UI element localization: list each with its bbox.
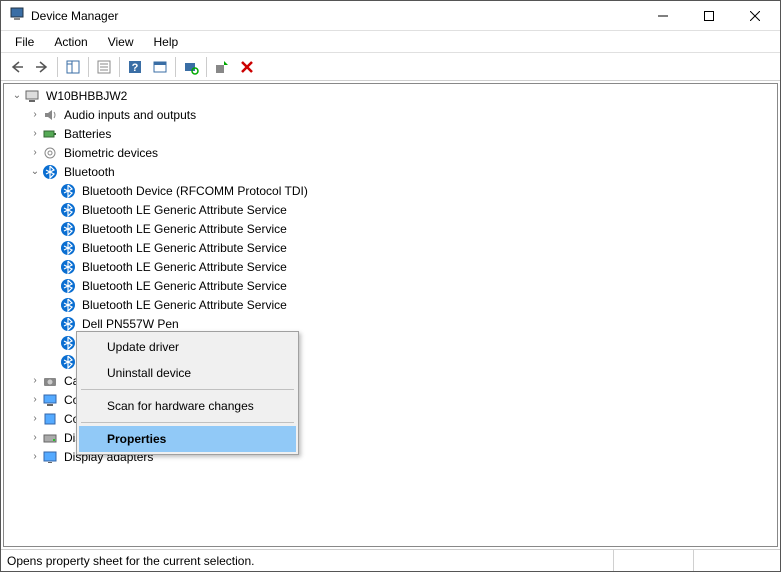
tree-node-label: Bluetooth LE Generic Attribute Service [80, 278, 289, 294]
window-controls [640, 1, 778, 31]
tree-node-label: Bluetooth LE Generic Attribute Service [80, 259, 289, 275]
tree-node-bt-device[interactable]: Bluetooth Device (RFCOMM Protocol TDI) [4, 181, 777, 200]
tree-node-label: Dell PN557W Pen [80, 316, 181, 332]
tree-node-label: Audio inputs and outputs [62, 107, 198, 123]
titlebar: Device Manager [1, 1, 780, 31]
computer-icon [42, 392, 58, 408]
toolbar: ? [1, 53, 780, 81]
device-manager-window: Device Manager File Action View Help ? ⌄ [0, 0, 781, 572]
bluetooth-icon [60, 278, 76, 294]
device-icon [42, 411, 58, 427]
expander-icon[interactable]: ⌄ [28, 165, 42, 179]
tree-node-bt-device[interactable]: Bluetooth LE Generic Attribute Service [4, 238, 777, 257]
content-area: ⌄ W10BHBBJW2 › Audio inputs and outputs … [3, 83, 778, 547]
bluetooth-icon [60, 259, 76, 275]
forward-button[interactable] [30, 55, 54, 79]
bluetooth-icon [60, 354, 76, 370]
expander-icon[interactable]: ⌄ [10, 89, 24, 103]
tree-node-bt-device[interactable]: Bluetooth LE Generic Attribute Service [4, 276, 777, 295]
camera-icon [42, 373, 58, 389]
bluetooth-icon [60, 335, 76, 351]
toolbar-separator [57, 57, 58, 77]
svg-text:?: ? [132, 62, 139, 74]
menubar: File Action View Help [1, 31, 780, 53]
toolbar-separator [88, 57, 89, 77]
uninstall-button[interactable] [235, 55, 259, 79]
toolbar-separator [175, 57, 176, 77]
scan-hardware-button[interactable] [179, 55, 203, 79]
expander-icon[interactable]: › [28, 412, 42, 426]
tree-root[interactable]: ⌄ W10BHBBJW2 [4, 86, 777, 105]
audio-icon [42, 107, 58, 123]
bluetooth-icon [60, 240, 76, 256]
device-tree[interactable]: ⌄ W10BHBBJW2 › Audio inputs and outputs … [4, 84, 777, 546]
display-icon [42, 449, 58, 465]
tree-node-biometric[interactable]: › Biometric devices [4, 143, 777, 162]
expander-icon[interactable]: › [28, 146, 42, 160]
ctx-uninstall-device[interactable]: Uninstall device [79, 360, 296, 386]
ctx-separator [81, 389, 294, 390]
back-button[interactable] [5, 55, 29, 79]
close-button[interactable] [732, 1, 778, 31]
tree-node-bt-device[interactable]: Bluetooth LE Generic Attribute Service [4, 257, 777, 276]
bluetooth-icon [60, 221, 76, 237]
bluetooth-icon [42, 164, 58, 180]
toolbar-separator [206, 57, 207, 77]
context-menu: Update driver Uninstall device Scan for … [76, 331, 299, 455]
biometric-icon [42, 145, 58, 161]
menu-help[interactable]: Help [144, 33, 189, 51]
menu-action[interactable]: Action [44, 33, 97, 51]
bluetooth-icon [60, 297, 76, 313]
properties-button[interactable] [92, 55, 116, 79]
tree-node-label: Bluetooth LE Generic Attribute Service [80, 297, 289, 313]
update-driver-button[interactable] [210, 55, 234, 79]
action-button[interactable] [148, 55, 172, 79]
tree-node-audio[interactable]: › Audio inputs and outputs [4, 105, 777, 124]
show-hide-tree-button[interactable] [61, 55, 85, 79]
disk-icon [42, 430, 58, 446]
ctx-update-driver[interactable]: Update driver [79, 334, 296, 360]
tree-node-label: Batteries [62, 126, 113, 142]
tree-node-bt-device[interactable]: Bluetooth LE Generic Attribute Service [4, 200, 777, 219]
ctx-scan-hardware[interactable]: Scan for hardware changes [79, 393, 296, 419]
tree-node-label: Biometric devices [62, 145, 160, 161]
statusbar: Opens property sheet for the current sel… [1, 549, 780, 571]
ctx-properties[interactable]: Properties [79, 426, 296, 452]
expander-icon[interactable]: › [28, 393, 42, 407]
bluetooth-icon [60, 202, 76, 218]
expander-icon[interactable]: › [28, 431, 42, 445]
status-text: Opens property sheet for the current sel… [7, 550, 614, 571]
expander-icon[interactable]: › [28, 374, 42, 388]
battery-icon [42, 126, 58, 142]
help-button[interactable]: ? [123, 55, 147, 79]
app-icon [9, 6, 25, 25]
expander-icon[interactable]: › [28, 127, 42, 141]
expander-icon[interactable]: › [28, 108, 42, 122]
tree-node-label: Bluetooth Device (RFCOMM Protocol TDI) [80, 183, 310, 199]
tree-node-label: Bluetooth [62, 164, 117, 180]
window-title: Device Manager [31, 9, 640, 23]
status-cell [694, 550, 774, 571]
tree-node-label: W10BHBBJW2 [44, 88, 129, 104]
expander-icon[interactable]: › [28, 450, 42, 464]
tree-node-label: Bluetooth LE Generic Attribute Service [80, 202, 289, 218]
ctx-separator [81, 422, 294, 423]
bluetooth-icon [60, 183, 76, 199]
tree-node-bt-device[interactable]: Bluetooth LE Generic Attribute Service [4, 295, 777, 314]
maximize-button[interactable] [686, 1, 732, 31]
computer-icon [24, 88, 40, 104]
toolbar-separator [119, 57, 120, 77]
bluetooth-icon [60, 316, 76, 332]
tree-node-label: Bluetooth LE Generic Attribute Service [80, 240, 289, 256]
menu-file[interactable]: File [5, 33, 44, 51]
tree-node-bluetooth[interactable]: ⌄ Bluetooth [4, 162, 777, 181]
tree-node-bt-device[interactable]: Bluetooth LE Generic Attribute Service [4, 219, 777, 238]
menu-view[interactable]: View [98, 33, 144, 51]
status-cell [614, 550, 694, 571]
minimize-button[interactable] [640, 1, 686, 31]
tree-node-batteries[interactable]: › Batteries [4, 124, 777, 143]
tree-node-label: Bluetooth LE Generic Attribute Service [80, 221, 289, 237]
